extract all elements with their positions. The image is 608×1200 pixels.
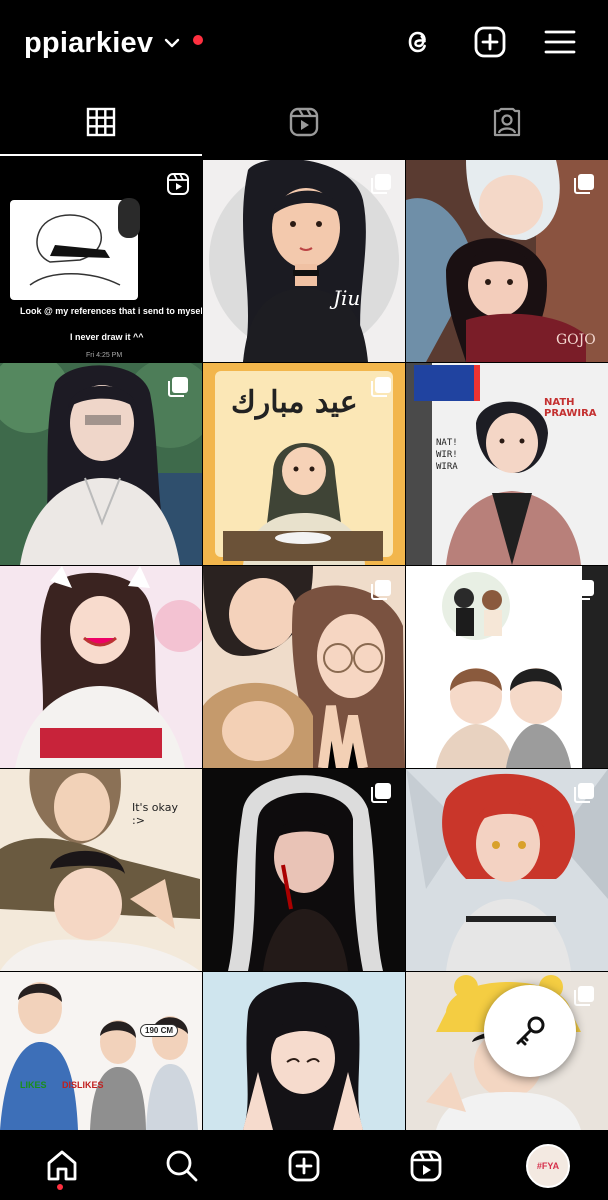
dislikes-label: DISLIKES: [62, 1080, 104, 1090]
home-active-dot: [57, 1184, 63, 1190]
tab-reels[interactable]: [203, 86, 405, 158]
post-thumbnail[interactable]: GOJO: [406, 160, 608, 362]
post-thumbnail[interactable]: [406, 769, 608, 971]
chat-actions: [118, 198, 140, 238]
post-thumbnail[interactable]: Jiu: [203, 160, 405, 362]
carousel-icon: [369, 172, 393, 196]
post-thumbnail[interactable]: LIKES DISLIKES 190 CM: [0, 972, 202, 1130]
post-thumbnail[interactable]: [203, 972, 405, 1130]
home-icon: [44, 1148, 80, 1184]
chevron-down-icon[interactable]: [161, 32, 183, 54]
notification-dot: [193, 35, 204, 45]
account-switcher[interactable]: ppiarkiev: [24, 22, 204, 64]
search-icon: [164, 1148, 200, 1184]
reels-icon: [288, 106, 320, 138]
post-thumbnail[interactable]: [0, 566, 202, 768]
post-thumbnail[interactable]: NATH PRAWIRA NAT! WIR! WIRA: [406, 363, 608, 565]
profile-tabs: [0, 86, 608, 158]
height-label: 190 CM: [140, 1024, 179, 1037]
post-thumbnail[interactable]: It's okay :>: [0, 769, 202, 971]
post-thumbnail[interactable]: [203, 566, 405, 768]
nav-reels[interactable]: [404, 1144, 448, 1188]
menu-icon[interactable]: [542, 24, 578, 60]
nav-profile[interactable]: #FYA: [526, 1144, 570, 1188]
post-thumbnail[interactable]: Look @ my references that i send to myse…: [0, 160, 202, 362]
chat-timestamp: Fri 4:25 PM: [86, 352, 123, 359]
shortcut-button[interactable]: [484, 985, 576, 1077]
carousel-icon: [572, 781, 596, 805]
reel-icon: [166, 172, 190, 196]
tab-tagged[interactable]: [406, 86, 608, 158]
artist-signature: Jiu: [333, 286, 361, 310]
carousel-icon: [369, 375, 393, 399]
active-tab-indicator: [0, 154, 202, 156]
posts-grid: Look @ my references that i send to myse…: [0, 160, 608, 1130]
key-icon: [510, 1011, 550, 1051]
create-post-icon[interactable]: [472, 24, 508, 60]
post-thumbnail[interactable]: [0, 363, 202, 565]
profile-avatar: #FYA: [526, 1144, 570, 1188]
tagged-icon: [491, 106, 523, 138]
bottom-navigation: #FYA: [0, 1130, 608, 1200]
carousel-icon: [572, 578, 596, 602]
reels-icon: [408, 1148, 444, 1184]
post-artwork: [203, 972, 405, 1130]
nav-search[interactable]: [160, 1144, 204, 1188]
chat-message: Look @ my references that i send to myse…: [20, 306, 202, 316]
character-name: NATH PRAWIRA: [544, 397, 597, 419]
speech-text: It's okay :>: [132, 801, 178, 827]
nav-create[interactable]: [282, 1144, 326, 1188]
carousel-icon: [369, 578, 393, 602]
grid-icon: [85, 106, 117, 138]
carousel-icon: [166, 375, 190, 399]
sketch-notes: NAT! WIR! WIRA: [436, 438, 458, 472]
likes-label: LIKES: [20, 1080, 47, 1090]
post-artwork: [0, 566, 202, 768]
create-icon: [286, 1148, 322, 1184]
profile-header: ppiarkiev: [0, 0, 608, 86]
nav-home[interactable]: [40, 1144, 84, 1188]
artist-signature: GOJO: [556, 332, 596, 348]
chat-message: I never draw it ^^: [70, 332, 144, 342]
post-artwork: It's okay :>: [0, 769, 202, 971]
post-thumbnail[interactable]: [203, 769, 405, 971]
carousel-icon: [572, 172, 596, 196]
post-thumbnail[interactable]: [406, 566, 608, 768]
tab-grid[interactable]: [0, 86, 202, 158]
post-thumbnail[interactable]: عيد مبارك: [203, 363, 405, 565]
profile-username[interactable]: ppiarkiev: [24, 27, 153, 60]
avatar-text: #FYA: [536, 1161, 560, 1171]
carousel-icon: [572, 984, 596, 1008]
post-artwork: NATH PRAWIRA NAT! WIR! WIRA: [406, 363, 608, 565]
post-artwork: LIKES DISLIKES 190 CM: [0, 972, 202, 1130]
threads-icon[interactable]: [400, 24, 436, 60]
carousel-icon: [369, 781, 393, 805]
greeting-text: عيد مبارك: [231, 385, 358, 420]
